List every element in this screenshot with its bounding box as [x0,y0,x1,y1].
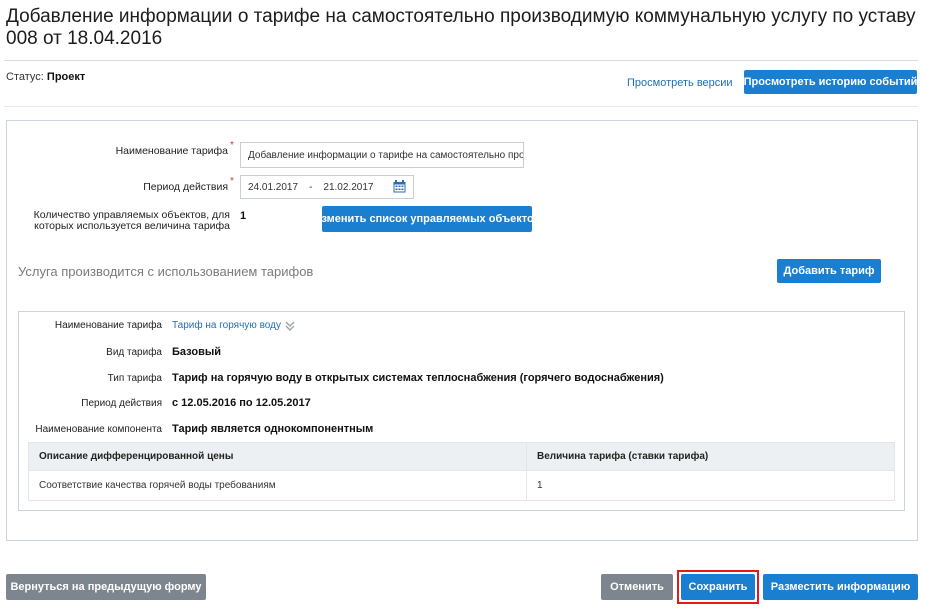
tariff-period-label: Период действия [81,398,162,409]
component-value: Тариф является однокомпонентным [172,423,374,435]
divider [4,106,918,107]
required-mark: * [230,140,234,151]
tariff-name-label: Наименование тарифа [115,145,228,157]
chevron-double-down-icon[interactable] [285,321,295,331]
view-versions-link[interactable]: Просмотреть версии [627,77,733,89]
required-mark: * [230,176,234,187]
component-label: Наименование компонента [35,424,162,435]
period-label: Период действия [143,181,228,193]
cancel-button[interactable]: Отменить [601,574,673,600]
view-history-button[interactable]: Просмотреть историю событий [744,70,917,94]
period-input[interactable]: 24.01.2017 - 21.02.2017 [240,175,414,199]
tariff-name-label: Наименование тарифа [54,320,162,331]
period-separator: - [309,181,313,193]
back-button[interactable]: Вернуться на предыдущую форму [6,574,206,600]
table-row: Соответствие качества горячей воды требо… [28,470,895,501]
column-header: Величина тарифа (ставки тарифа) [526,442,895,471]
divider [4,60,918,61]
tariff-kind-label: Тип тарифа [107,373,162,384]
save-button[interactable]: Сохранить [681,574,755,600]
tariff-type-value: Базовый [172,346,221,358]
status: Статус: Проект [6,71,85,83]
table-cell: 1 [526,470,895,501]
price-table: Описание дифференцированной цены Величин… [28,442,895,501]
add-tariff-button[interactable]: Добавить тариф [777,259,881,283]
status-label: Статус: [6,71,44,83]
page-title: Добавление информации о тарифе на самост… [6,6,916,49]
status-value: Проект [46,71,86,83]
change-objects-button[interactable]: Изменить список управляемых объектов [314,206,540,232]
tariff-name-input[interactable]: Добавление информации о тарифе на самост… [240,142,524,168]
objects-count-value: 1 [240,210,247,222]
column-header: Описание дифференцированной цены [28,442,527,471]
period-from[interactable]: 24.01.2017 [248,182,298,193]
period-to[interactable]: 21.02.2017 [323,182,373,193]
tariff-type-label: Вид тарифа [106,347,162,358]
objects-count-label: Количество управляемых объектов, для кот… [33,209,230,232]
tariff-kind-value: Тариф на горячую воду в открытых система… [172,372,664,384]
place-info-button[interactable]: Разместить информацию [763,574,918,600]
tariff-period-value: с 12.05.2016 по 12.05.2017 [172,397,311,409]
table-cell: Соответствие качества горячей воды требо… [28,470,527,501]
tariff-name-link[interactable]: Тариф на горячую воду [172,320,295,331]
section-title: Услуга производится с использованием тар… [18,264,314,279]
tariff-name-link-text[interactable]: Тариф на горячую воду [172,320,281,331]
table-header-row: Описание дифференцированной цены Величин… [28,442,895,471]
calendar-icon[interactable] [393,180,406,193]
